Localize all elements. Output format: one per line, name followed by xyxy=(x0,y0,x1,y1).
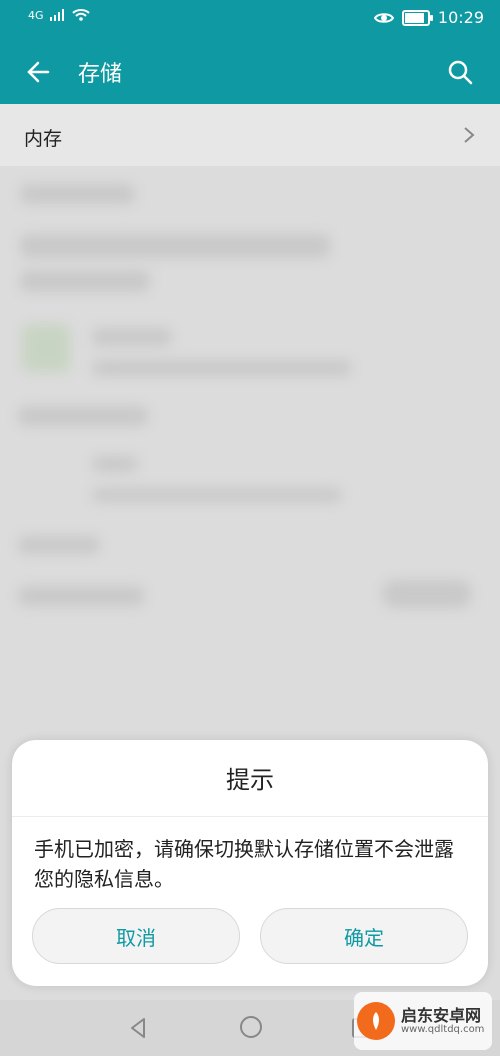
status-time: 10:29 xyxy=(437,8,484,27)
blurred-background xyxy=(0,166,500,726)
wifi-icon xyxy=(71,9,90,21)
blur-block xyxy=(92,456,138,472)
watermark-text: 启东安卓网 www.qdltdq.com xyxy=(401,1007,484,1036)
blur-block xyxy=(18,586,144,606)
dialog-title: 提示 xyxy=(226,766,274,794)
blur-block xyxy=(22,324,70,372)
dialog-divider xyxy=(12,816,488,817)
blur-block xyxy=(20,184,135,204)
watermark: 启东安卓网 www.qdltdq.com xyxy=(354,992,492,1050)
ok-button[interactable]: 确定 xyxy=(260,908,468,964)
signal-icon xyxy=(49,9,64,21)
eye-icon xyxy=(373,12,394,23)
watermark-title: 启东安卓网 xyxy=(401,1005,482,1025)
watermark-logo-icon xyxy=(357,1002,395,1040)
blur-block xyxy=(18,536,100,554)
status-left: 4G xyxy=(28,8,90,22)
blur-block xyxy=(92,488,342,502)
nav-home-icon[interactable] xyxy=(238,1014,264,1040)
watermark-url: www.qdltdq.com xyxy=(401,1024,485,1036)
status-bar: 4G 10:29 xyxy=(0,0,500,38)
internal-storage-row[interactable]: 内存 xyxy=(0,104,500,166)
nav-back-icon[interactable] xyxy=(126,1015,152,1041)
blur-block xyxy=(20,270,150,292)
internal-storage-label: 内存 xyxy=(24,128,63,150)
page-title: 存储 xyxy=(78,62,123,87)
blur-block xyxy=(20,234,330,258)
battery-icon xyxy=(401,9,433,26)
blur-block xyxy=(92,328,172,346)
blur-block xyxy=(382,580,472,608)
blur-block xyxy=(92,360,352,376)
status-right: 10:29 xyxy=(373,8,484,27)
battery-fill xyxy=(404,12,424,23)
blur-block xyxy=(18,406,148,426)
search-icon[interactable] xyxy=(446,58,474,86)
back-arrow-icon[interactable] xyxy=(24,58,52,86)
cancel-button[interactable]: 取消 xyxy=(32,908,240,964)
dialog: 提示 手机已加密，请确保切换默认存储位置不会泄露您的隐私信息。 取消 确定 xyxy=(12,740,488,986)
network-type: 4G xyxy=(28,8,44,22)
chevron-right-icon xyxy=(464,127,475,143)
app-bar: 存储 xyxy=(0,38,500,104)
dialog-message: 手机已加密，请确保切换默认存储位置不会泄露您的隐私信息。 xyxy=(34,837,454,891)
